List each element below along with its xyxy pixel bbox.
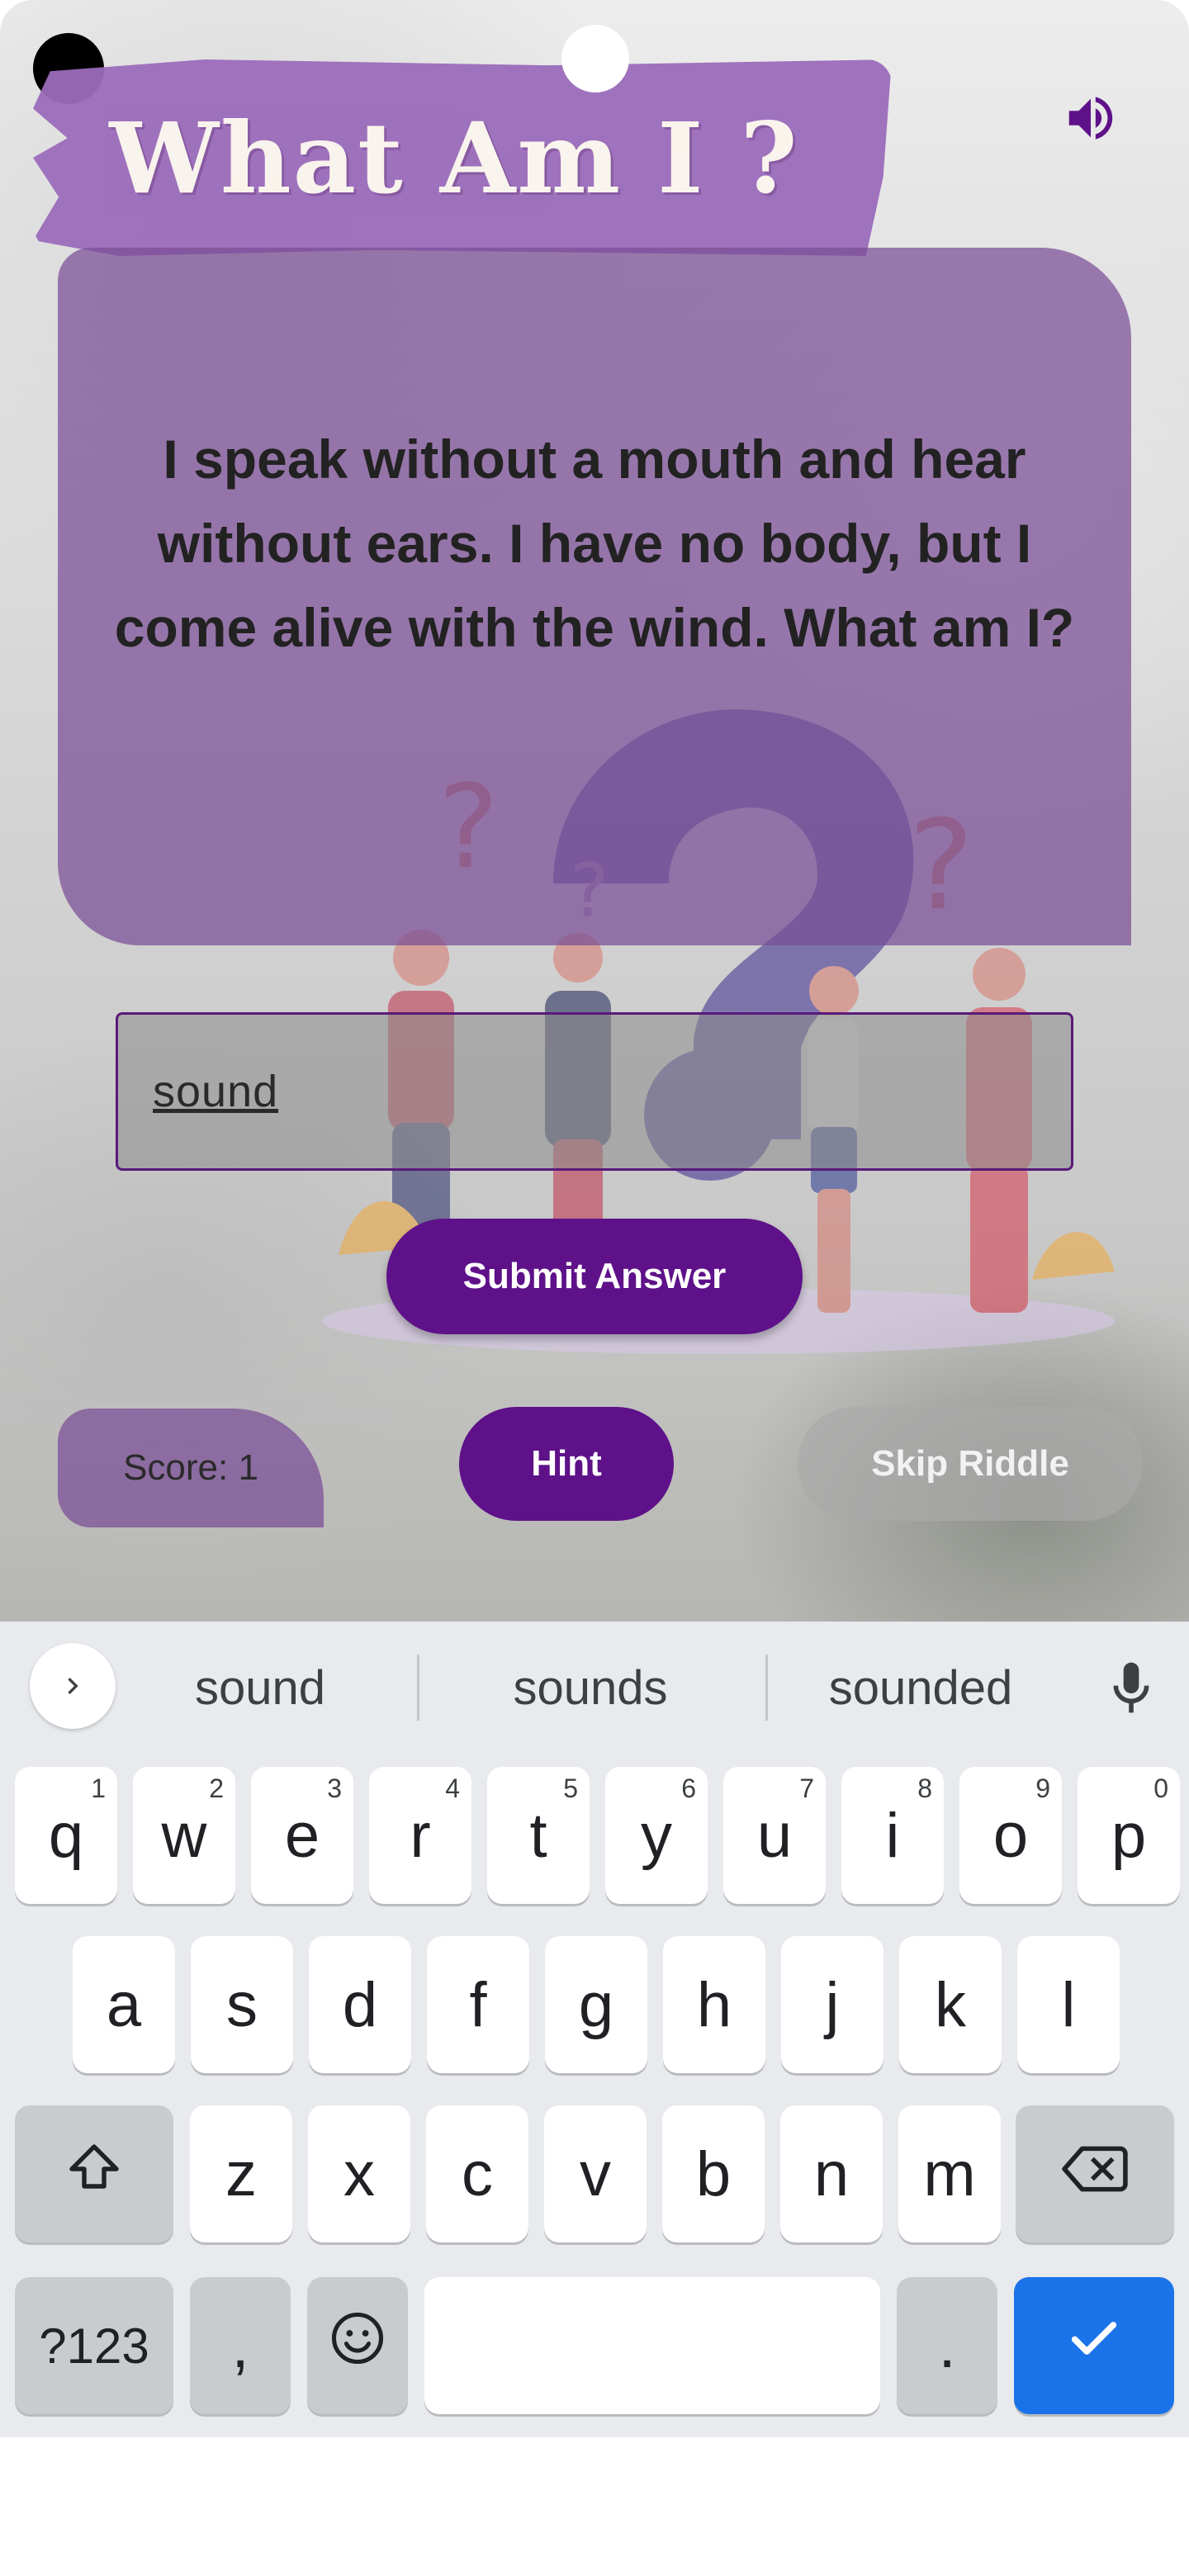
shift-key[interactable]: [15, 2105, 173, 2242]
key-l-label: l: [1061, 1969, 1076, 2040]
key-w[interactable]: w2: [133, 1767, 235, 1904]
key-p-label: p: [1111, 1800, 1147, 1871]
key-w-number-hint: 2: [209, 1773, 224, 1803]
space-key[interactable]: [424, 2277, 880, 2414]
symbols-key[interactable]: ?123: [15, 2277, 173, 2414]
key-u-label: u: [756, 1800, 793, 1871]
key-s[interactable]: s: [191, 1936, 293, 2073]
key-v-label: v: [580, 2138, 611, 2209]
key-d-label: d: [342, 1969, 378, 2040]
key-o-number-hint: 9: [1035, 1773, 1050, 1803]
key-r-number-hint: 4: [445, 1773, 460, 1803]
submit-answer-button[interactable]: Submit Answer: [386, 1219, 803, 1334]
key-c-label: c: [462, 2138, 493, 2209]
volume-icon[interactable]: [1055, 83, 1126, 154]
key-q-number-hint: 1: [91, 1773, 106, 1803]
key-i-number-hint: 8: [917, 1773, 932, 1803]
key-z-label: z: [225, 2138, 257, 2209]
riddle-question: I speak without a mouth and hear without…: [114, 429, 1075, 658]
hint-button[interactable]: Hint: [459, 1407, 674, 1521]
key-z[interactable]: z: [190, 2105, 292, 2242]
key-a-label: a: [106, 1969, 142, 2040]
key-e[interactable]: e3: [251, 1767, 353, 1904]
key-m[interactable]: m: [898, 2105, 1001, 2242]
key-x-label: x: [343, 2138, 375, 2209]
key-o[interactable]: o9: [959, 1767, 1062, 1904]
key-b[interactable]: b: [662, 2105, 765, 2242]
key-c[interactable]: c: [426, 2105, 528, 2242]
key-y-number-hint: 6: [681, 1773, 696, 1803]
backspace-icon: [1062, 2138, 1128, 2210]
skip-riddle-button[interactable]: Skip Riddle: [798, 1407, 1143, 1521]
key-m-label: m: [923, 2138, 976, 2209]
key-j-label: j: [825, 1969, 840, 2040]
key-r[interactable]: r4: [369, 1767, 471, 1904]
key-n-label: n: [813, 2138, 850, 2209]
suggestion-divider: [765, 1655, 768, 1721]
key-u[interactable]: u7: [723, 1767, 826, 1904]
key-s-label: s: [226, 1969, 258, 2040]
key-o-label: o: [992, 1800, 1029, 1871]
key-p-number-hint: 0: [1153, 1773, 1168, 1803]
key-f[interactable]: f: [427, 1936, 529, 2073]
key-d[interactable]: d: [309, 1936, 411, 2073]
suggestion-1[interactable]: sound: [132, 1646, 388, 1729]
check-icon: [1065, 2309, 1123, 2382]
key-t[interactable]: t5: [487, 1767, 590, 1904]
key-h-label: h: [696, 1969, 732, 2040]
key-n[interactable]: n: [780, 2105, 883, 2242]
key-f-label: f: [469, 1969, 487, 2040]
answer-input-value: sound: [153, 1067, 279, 1116]
suggestion-2[interactable]: sounds: [462, 1646, 718, 1729]
backspace-key[interactable]: [1016, 2105, 1174, 2242]
key-x[interactable]: x: [308, 2105, 410, 2242]
key-a[interactable]: a: [73, 1936, 175, 2073]
chevron-right-icon[interactable]: [30, 1643, 116, 1729]
app-title: What Am I ?: [109, 100, 799, 215]
shift-icon: [64, 2137, 124, 2211]
key-l[interactable]: l: [1017, 1936, 1120, 2073]
suggestion-divider: [417, 1655, 419, 1721]
title-banner: What Am I ?: [33, 59, 892, 256]
key-b-label: b: [695, 2138, 732, 2209]
key-w-label: w: [161, 1800, 207, 1871]
key-i-label: i: [885, 1800, 900, 1871]
key-q[interactable]: q1: [15, 1767, 117, 1904]
score-label: Score: 1: [123, 1447, 258, 1488]
key-k[interactable]: k: [899, 1936, 1002, 2073]
riddle-app-screen: ? ? ? What Am I ? I speak without a mout…: [0, 0, 1189, 1622]
key-r-label: r: [410, 1800, 431, 1871]
emoji-icon: [328, 2308, 387, 2383]
key-p[interactable]: p0: [1078, 1767, 1180, 1904]
suggestion-3[interactable]: sounded: [793, 1646, 1049, 1729]
key-q-label: q: [48, 1800, 84, 1871]
key-g-label: g: [578, 1969, 614, 2040]
mic-icon[interactable]: [1098, 1648, 1164, 1727]
navigation-area: [0, 2437, 1189, 2576]
comma-key[interactable]: ,: [190, 2277, 291, 2414]
soft-keyboard: sound sounds sounded ?123 , . q1w2e3r4 t…: [0, 1622, 1189, 2437]
key-y[interactable]: y6: [605, 1767, 708, 1904]
key-t-number-hint: 5: [563, 1773, 578, 1803]
key-g[interactable]: g: [545, 1936, 647, 2073]
key-u-number-hint: 7: [799, 1773, 814, 1803]
banner-pin: [561, 25, 629, 92]
key-e-label: e: [284, 1800, 320, 1871]
enter-key[interactable]: [1014, 2277, 1174, 2414]
suggestion-bar: sound sounds sounded: [0, 1622, 1189, 1750]
key-k-label: k: [935, 1969, 966, 2040]
key-j[interactable]: j: [781, 1936, 883, 2073]
key-i[interactable]: i8: [841, 1767, 944, 1904]
key-e-number-hint: 3: [327, 1773, 342, 1803]
emoji-key[interactable]: [307, 2277, 408, 2414]
key-t-label: t: [529, 1800, 547, 1871]
key-v[interactable]: v: [544, 2105, 647, 2242]
key-y-label: y: [641, 1800, 672, 1871]
period-key[interactable]: .: [897, 2277, 997, 2414]
score-badge: Score: 1: [58, 1409, 324, 1527]
answer-input[interactable]: sound: [116, 1012, 1073, 1171]
key-h[interactable]: h: [663, 1936, 765, 2073]
